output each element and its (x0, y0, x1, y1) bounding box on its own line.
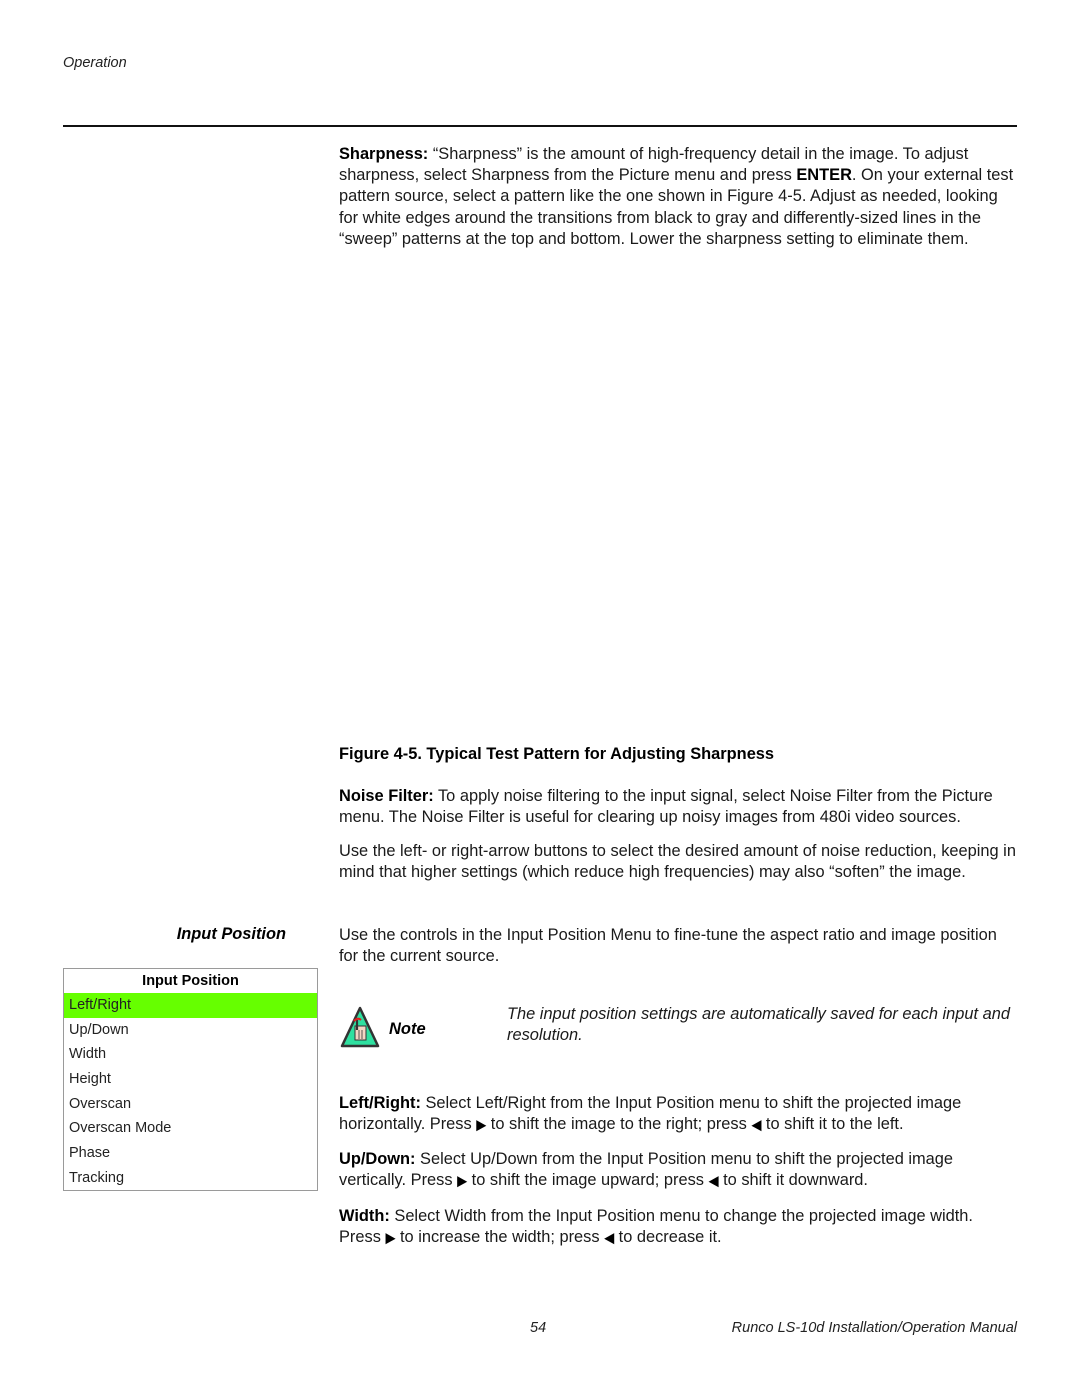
width-text-2: to increase the width; press (395, 1228, 605, 1247)
note-text: The input position settings are automati… (507, 1005, 1010, 1045)
left-right-term: Left/Right: (339, 1094, 421, 1112)
left-right-paragraph: Left/Right: Select Left/Right from the I… (339, 1093, 1019, 1135)
figure-caption: Figure 4-5. Typical Test Pattern for Adj… (339, 745, 775, 763)
left-arrow-icon: ◀ (751, 1116, 762, 1133)
noise-filter-paragraph-2: Use the left- or right-arrow buttons to … (339, 842, 1016, 882)
left-arrow-icon: ◀ (708, 1172, 719, 1189)
up-down-paragraph: Up/Down: Select Up/Down from the Input P… (339, 1149, 1019, 1191)
up-down-text-3: to shift it downward. (718, 1171, 868, 1190)
running-header-section: Operation (63, 55, 127, 71)
left-right-text-3: to shift it to the left. (761, 1115, 904, 1134)
width-text-3: to decrease it. (614, 1228, 722, 1247)
noise-filter-text: To apply noise filtering to the input si… (339, 787, 993, 827)
manual-title: Runco LS-10d Installation/Operation Manu… (731, 1320, 1017, 1336)
note-hand-icon (340, 1006, 380, 1048)
sharpness-term: Sharpness: (339, 145, 429, 163)
right-arrow-icon: ▶ (385, 1229, 396, 1246)
left-arrow-icon: ◀ (604, 1229, 615, 1246)
enter-key: ENTER (796, 166, 852, 185)
menu-item-phase[interactable]: Phase (64, 1141, 317, 1166)
page-number: 54 (530, 1320, 547, 1336)
menu-item-height[interactable]: Height (64, 1067, 317, 1092)
sharpness-paragraph: Sharpness: “Sharpness” is the amount of … (339, 144, 1019, 250)
note-label: Note (389, 1020, 426, 1038)
width-term: Width: (339, 1207, 390, 1225)
menu-item-tracking[interactable]: Tracking (64, 1166, 317, 1191)
input-position-heading: Input Position (176, 925, 286, 943)
up-down-term: Up/Down: (339, 1150, 416, 1168)
noise-filter-term: Noise Filter: (339, 787, 434, 805)
width-paragraph: Width: Select Width from the Input Posit… (339, 1206, 1019, 1248)
menu-item-up-down[interactable]: Up/Down (64, 1018, 317, 1043)
left-right-text-2: to shift the image to the right; press (486, 1115, 752, 1134)
menu-item-left-right[interactable]: Left/Right (64, 993, 317, 1018)
menu-item-overscan-mode[interactable]: Overscan Mode (64, 1116, 317, 1141)
noise-filter-paragraph: Noise Filter: To apply noise filtering t… (339, 786, 1019, 828)
note-callout: Note The input position settings are aut… (339, 1002, 1019, 1052)
header-divider (63, 125, 1017, 127)
menu-item-overscan[interactable]: Overscan (64, 1092, 317, 1117)
up-down-text-2: to shift the image upward; press (467, 1171, 709, 1190)
menu-title: Input Position (142, 973, 239, 989)
right-arrow-icon: ▶ (476, 1116, 487, 1133)
menu-item-width[interactable]: Width (64, 1042, 317, 1067)
input-position-intro: Use the controls in the Input Position M… (339, 926, 997, 966)
right-arrow-icon: ▶ (457, 1172, 468, 1189)
input-position-menu: Input Position Left/Right Up/Down Width … (63, 968, 318, 1191)
